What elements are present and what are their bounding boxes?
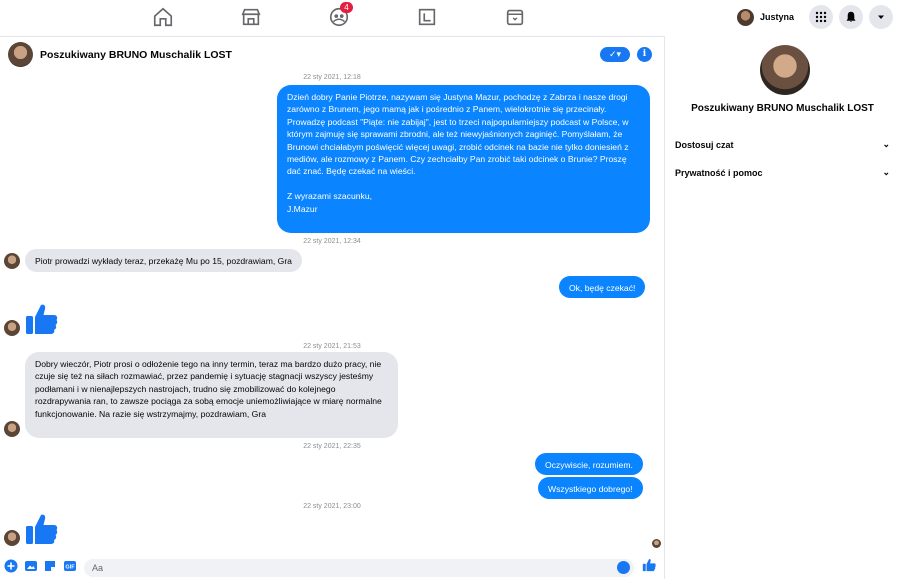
sender-avatar [4, 253, 20, 269]
customize-chat-row[interactable]: Dostosuj czat ⌄ [675, 139, 890, 150]
bell-icon [846, 11, 856, 22]
seen-avatar [652, 539, 661, 548]
groups-icon[interactable]: 4 [328, 2, 353, 28]
top-nav: 4 Justyna [0, 0, 900, 37]
privacy-help-label: Prywatność i pomoc [675, 168, 763, 178]
message-incoming: Dobry wieczór, Piotr prosi o odłożenie t… [25, 352, 398, 438]
sender-avatar [4, 320, 20, 336]
info-icon[interactable]: i [637, 47, 652, 62]
profile-avatar[interactable] [760, 45, 810, 95]
timestamp: 22 sty 2021, 22:35 [303, 443, 361, 450]
thumbs-up-icon [26, 514, 58, 544]
conversation-details-panel: Poszukiwany BRUNO Muschalik LOST Dostosu… [665, 36, 900, 579]
account-button[interactable] [869, 5, 893, 29]
timestamp: 22 sty 2021, 21:53 [303, 343, 361, 350]
sender-avatar [4, 530, 20, 546]
svg-text:GIF: GIF [65, 565, 75, 571]
profile-button[interactable]: Justyna [737, 7, 794, 27]
seen-status-button[interactable]: ✓▾ [600, 47, 630, 62]
thumbs-up-send-icon[interactable] [642, 558, 656, 572]
message-input[interactable]: Aa [84, 559, 634, 577]
composer: GIF Aa [0, 556, 664, 579]
notification-badge: 4 [340, 2, 353, 13]
plus-icon[interactable] [4, 559, 18, 573]
gif-icon[interactable]: GIF [63, 559, 77, 573]
timestamp: 22 sty 2021, 12:18 [303, 74, 361, 81]
message-outgoing: Ok, będę czekać! [559, 276, 646, 298]
chevron-down-icon: ⌄ [882, 167, 890, 177]
image-icon[interactable] [24, 559, 38, 573]
chat-avatar[interactable] [8, 42, 33, 67]
message-outgoing: Oczywiscie, rozumiem. [535, 453, 643, 475]
user-name: Justyna [760, 12, 795, 22]
grid-icon [815, 11, 827, 23]
timestamp: 22 sty 2021, 12:34 [303, 238, 361, 245]
customize-chat-label: Dostosuj czat [675, 140, 734, 150]
chat-title[interactable]: Poszukiwany BRUNO Muschalik LOST [40, 49, 232, 61]
profile-name: Poszukiwany BRUNO Muschalik LOST [691, 103, 874, 114]
notifications-button[interactable] [839, 5, 863, 29]
privacy-help-row[interactable]: Prywatność i pomoc ⌄ [675, 167, 890, 178]
gaming-icon[interactable] [416, 6, 438, 28]
menu-button[interactable] [809, 5, 833, 29]
home-icon[interactable] [152, 6, 174, 28]
news-icon[interactable] [504, 6, 526, 28]
message-incoming: Piotr prowadzi wykłady teraz, przekażę M… [25, 249, 302, 272]
thumbs-up-icon [26, 304, 58, 334]
avatar [737, 8, 754, 26]
message-outgoing: Wszystkiego dobrego! [538, 477, 643, 499]
chevron-down-icon [878, 15, 884, 19]
sender-avatar [4, 421, 20, 437]
chat-header: Poszukiwany BRUNO Muschalik LOST ✓▾ i [0, 36, 664, 72]
marketplace-icon[interactable] [240, 6, 262, 28]
message-outgoing: Dzień dobry Panie Piotrze, nazywam się J… [277, 85, 650, 233]
timestamp: 22 sty 2021, 23:00 [303, 503, 361, 510]
sticker-icon[interactable] [43, 559, 57, 573]
emoji-icon[interactable] [617, 561, 630, 574]
chevron-down-icon: ⌄ [882, 139, 890, 149]
